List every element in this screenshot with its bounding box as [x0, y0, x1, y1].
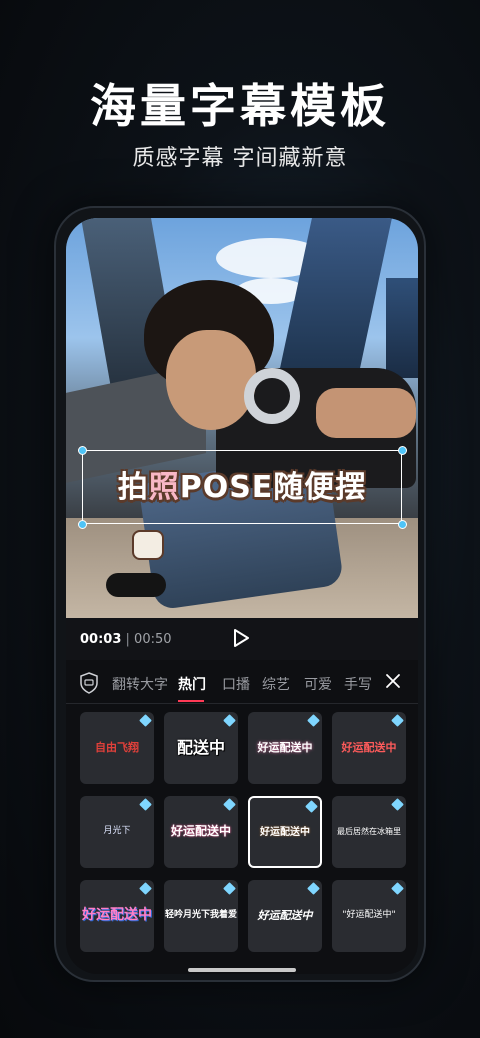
- template-item-selected[interactable]: 好运配送中: [248, 796, 322, 868]
- template-item[interactable]: 好运配送中: [248, 712, 322, 784]
- cat-sticker-icon[interactable]: [132, 530, 164, 560]
- person-shoe: [106, 573, 166, 597]
- building: [386, 278, 418, 378]
- template-item[interactable]: 月光下: [80, 796, 154, 868]
- home-indicator[interactable]: [188, 968, 296, 972]
- tab-hot[interactable]: 热门: [178, 674, 206, 694]
- sticker-text-highlight: 照: [148, 470, 180, 505]
- tab-voiceover[interactable]: 口播: [222, 674, 250, 694]
- headphone: [244, 368, 300, 424]
- resize-handle[interactable]: [398, 520, 407, 529]
- template-category-tabs: 翻转大字 热门 口播 综艺 可爱 手写: [66, 662, 418, 704]
- resize-handle[interactable]: [78, 520, 87, 529]
- resize-handle[interactable]: [398, 446, 407, 455]
- active-tab-indicator: [178, 700, 204, 702]
- total-time: 00:50: [134, 632, 172, 647]
- person-face: [166, 330, 256, 430]
- template-item[interactable]: "好运配送中": [332, 880, 406, 952]
- sticker-text-pre: 拍: [117, 470, 149, 505]
- template-item[interactable]: 好运配送中: [248, 880, 322, 952]
- playback-bar: 00:03 | 00:50: [66, 618, 418, 660]
- subheadline: 质感字幕 字间藏新意: [132, 146, 348, 171]
- current-time: 00:03: [80, 632, 122, 647]
- time-readout: 00:03 | 00:50: [80, 632, 172, 647]
- template-item[interactable]: 好运配送中: [80, 880, 154, 952]
- headline: 海量字幕模板: [90, 79, 390, 133]
- video-preview[interactable]: 拍照POSE随便摆: [66, 218, 418, 618]
- resize-handle[interactable]: [78, 446, 87, 455]
- template-item[interactable]: 自由飞翔: [80, 712, 154, 784]
- play-icon[interactable]: [232, 628, 250, 648]
- template-item[interactable]: 好运配送中: [164, 796, 238, 868]
- no-subtitle-off-icon[interactable]: [80, 672, 98, 694]
- template-item[interactable]: 好运配送中: [332, 712, 406, 784]
- template-item[interactable]: 最后居然在冰箱里: [332, 796, 406, 868]
- time-separator: |: [121, 632, 135, 647]
- person-arm: [316, 388, 416, 438]
- template-item[interactable]: 配送中: [164, 712, 238, 784]
- phone-frame: 拍照POSE随便摆 00:03 | 00:50 翻转大字 热门 口播 综艺 可爱…: [54, 206, 426, 982]
- tab-handwritten[interactable]: 手写: [344, 674, 372, 694]
- tab-cute[interactable]: 可爱: [304, 674, 332, 694]
- tab-variety[interactable]: 综艺: [262, 674, 290, 694]
- sticker-text-post: POSE随便摆: [179, 470, 367, 505]
- template-item[interactable]: 轻吟月光下我着爱: [164, 880, 238, 952]
- tab-flip-big-text[interactable]: 翻转大字: [112, 674, 168, 694]
- close-icon[interactable]: [384, 672, 402, 690]
- subtitle-sticker[interactable]: 拍照POSE随便摆: [86, 466, 398, 510]
- app-screen: 拍照POSE随便摆 00:03 | 00:50 翻转大字 热门 口播 综艺 可爱…: [66, 218, 418, 974]
